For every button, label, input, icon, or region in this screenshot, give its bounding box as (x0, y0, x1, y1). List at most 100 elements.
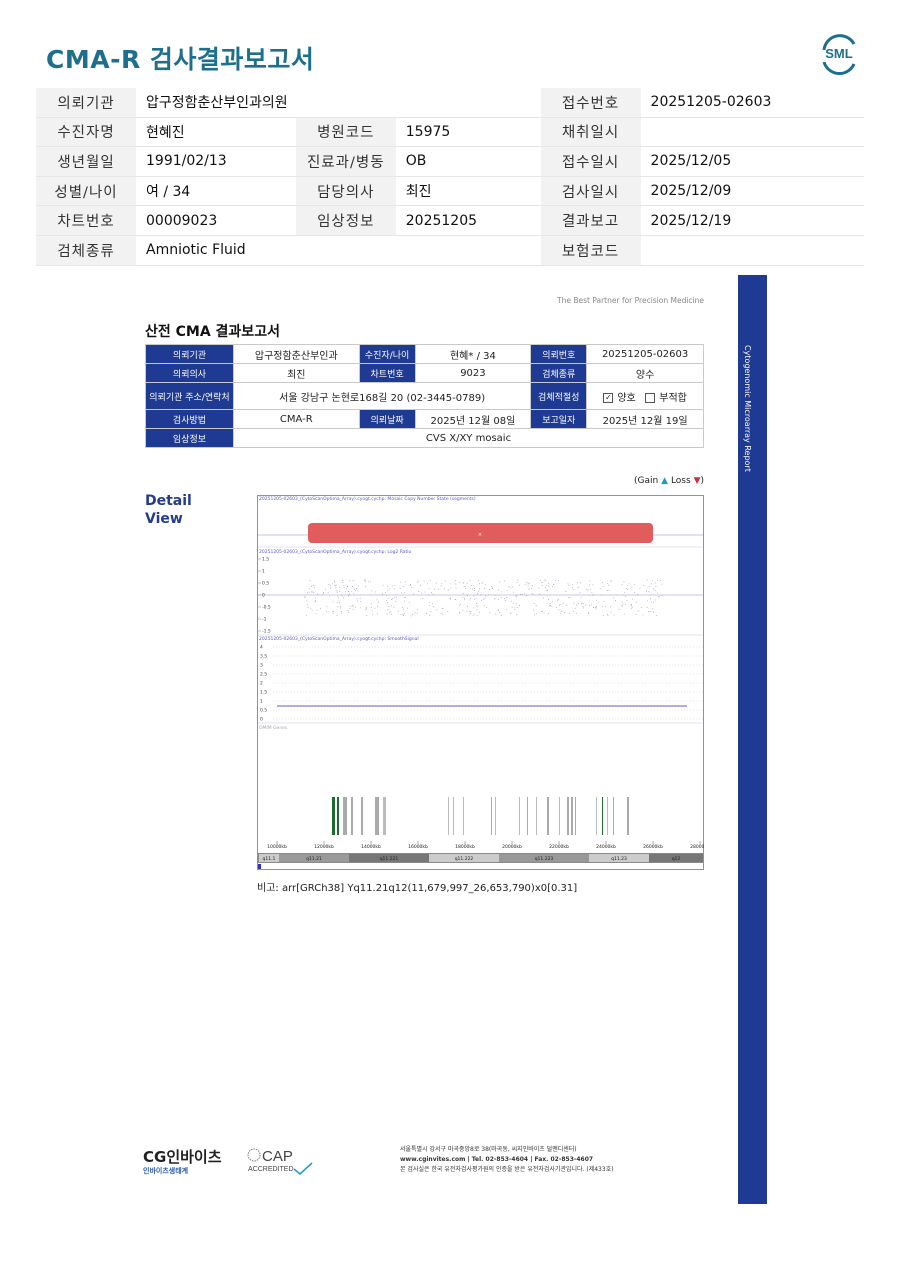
scatter-point (506, 590, 508, 592)
scatter-point (341, 594, 343, 596)
scatter-point (341, 595, 343, 597)
scatter-point (386, 599, 388, 601)
cell-label: 의뢰의사 (145, 363, 234, 383)
scatter-point (357, 591, 359, 593)
scatter-point (510, 600, 512, 602)
genes-label: OMIM Genes (259, 725, 288, 731)
scatter-point (657, 596, 659, 598)
scatter-point (434, 588, 436, 590)
scatter-point (494, 594, 496, 596)
axis-tick-label: 4 (260, 645, 263, 651)
scatter-point (565, 604, 567, 606)
scatter-point (403, 615, 404, 617)
header-label: 병원코드 (295, 117, 396, 148)
scatter-point (560, 612, 562, 614)
scatter-point (474, 598, 476, 600)
scatter-point (568, 613, 570, 614)
scatter-point (336, 592, 338, 594)
cell-value: CVS X/XY mosaic (232, 428, 705, 448)
scatter-point (476, 603, 478, 605)
scatter-point (649, 598, 651, 599)
scatter-point (343, 597, 345, 599)
scatter-point (470, 598, 472, 600)
axis-tick-label: 1.5 (260, 690, 267, 696)
scatter-point (326, 606, 328, 608)
scatter-point (610, 580, 612, 582)
scatter-point (650, 601, 652, 603)
scatter-point (316, 609, 318, 611)
cell-value: 2025년 12월 08일 (414, 409, 532, 429)
gene-bar (596, 797, 597, 835)
scatter-point (321, 594, 323, 596)
scatter-point (334, 582, 336, 583)
scatter-point (514, 607, 516, 609)
scatter-point (481, 582, 483, 584)
scatter-point (543, 612, 545, 614)
x-tick-label: 26000kb (643, 844, 663, 850)
gene-bar (351, 797, 353, 835)
scatter-point (480, 594, 482, 596)
scatter-point (578, 587, 580, 588)
scatter-point (486, 606, 488, 608)
scatter-point (524, 583, 526, 585)
scatter-point (450, 587, 452, 589)
scatter-point (479, 611, 480, 613)
scatter-point (528, 588, 530, 590)
scatter-point (387, 597, 389, 599)
scatter-point (372, 614, 374, 616)
scatter-point (351, 591, 353, 593)
scatter-point (634, 583, 636, 585)
scatter-point (433, 606, 435, 608)
gene-bar (607, 797, 608, 835)
scatter-point (594, 607, 596, 609)
gene-bar (448, 797, 449, 835)
cg-invites-brand: CG인바이츠 (143, 1148, 222, 1166)
scatter-point (311, 590, 313, 592)
scatter-point (478, 590, 480, 592)
cma-detail-plot: 20251205-02603_(CytoScanOptima_Array).cy… (257, 495, 704, 870)
scatter-point (311, 591, 313, 593)
scatter-point (455, 599, 457, 601)
axis-tick-label: 0.5 (260, 708, 267, 714)
gene-bar (383, 797, 386, 835)
scatter-point (478, 583, 480, 585)
header-label: 차트번호 (36, 205, 136, 236)
scatter-point (544, 579, 545, 581)
band-label: q11.23 (611, 856, 627, 862)
scatter-point (661, 583, 663, 585)
scatter-point (313, 585, 315, 587)
scatter-point (626, 588, 627, 590)
scatter-point (363, 579, 365, 581)
header-value: 00009023 (136, 205, 296, 236)
axis-tick-label: 1 (260, 699, 263, 705)
sml-logo: SML (822, 34, 856, 75)
scatter-point (435, 582, 437, 584)
scatter-point (444, 580, 446, 582)
axis-tick-label: 1 (262, 569, 265, 575)
scatter-point (606, 590, 608, 591)
gene-bar (337, 797, 339, 835)
scatter-point (576, 604, 578, 606)
scatter-point (327, 592, 329, 594)
scatter-point (490, 586, 492, 588)
scatter-point (545, 579, 547, 581)
gain-arrow-icon: ▲ (661, 476, 669, 486)
header-value: 2025/12/09 (640, 176, 864, 207)
scatter-point (389, 612, 391, 614)
scatter-point (332, 601, 334, 603)
scatter-point (624, 596, 626, 598)
scatter-point (551, 585, 553, 587)
scatter-point (430, 611, 432, 613)
gene-bar (453, 797, 454, 835)
scatter-point (476, 614, 478, 616)
scatter-point (365, 615, 367, 616)
header-label: 수진자명 (36, 117, 136, 148)
cap-accredited-logo: CAP ACCREDITED (247, 1148, 313, 1176)
scatter-point (531, 588, 533, 589)
detail-view-heading: Detail View (145, 492, 192, 528)
gene-bar (343, 797, 347, 835)
scatter-point (580, 597, 582, 599)
scatter-point (352, 580, 354, 581)
axis-tick-label: 0 (260, 717, 263, 723)
scatter-point (514, 608, 516, 610)
